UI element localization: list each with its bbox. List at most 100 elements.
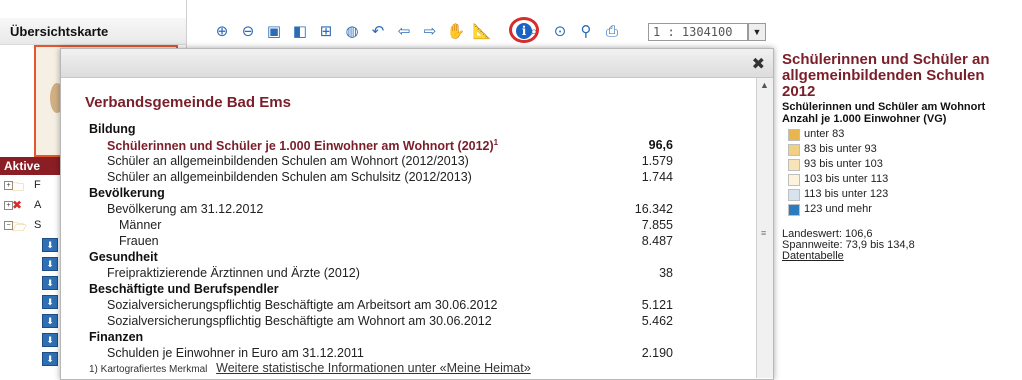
- layer-download-icon[interactable]: ⬇: [42, 295, 58, 309]
- table-row: Schüler an allgemeinbildenden Schulen am…: [61, 154, 741, 170]
- legend-swatch: [788, 174, 800, 186]
- scale-select[interactable]: 1 : 1304100: [648, 23, 748, 41]
- info-popup: ✖ Verbandsgemeinde Bad Ems Bildung Schüle…: [60, 48, 774, 380]
- row-label: Schüler an allgemeinbildenden Schulen am…: [107, 170, 472, 184]
- layer-download-icon[interactable]: ⬇: [42, 314, 58, 328]
- error-x-icon: ✖: [12, 198, 23, 212]
- row-label: Sozialversicherungspflichtig Beschäftigt…: [107, 298, 498, 312]
- legend-swatch: [788, 159, 800, 171]
- row-value: 96,6: [648, 138, 673, 152]
- row-label: Schulden je Einwohner in Euro am 31.12.2…: [107, 346, 364, 360]
- zoom-grid-icon[interactable]: ⊞: [316, 22, 336, 42]
- row-value: 5.462: [641, 314, 673, 328]
- arrow-right-icon[interactable]: ⇨: [420, 22, 440, 42]
- layer-download-icon[interactable]: ⬇: [42, 257, 58, 271]
- popup-footer: 1) Kartografiertes Merkmal Weitere stati…: [89, 361, 531, 375]
- row-label: Bildung: [89, 122, 136, 136]
- layer-download-icon[interactable]: ⬇: [42, 333, 58, 347]
- table-row: Männer 7.855: [61, 218, 741, 234]
- legend-swatch: [788, 189, 800, 201]
- zoom-extent-icon[interactable]: ▣: [264, 22, 284, 42]
- zoom-in-icon[interactable]: ⊕: [212, 22, 232, 42]
- table-row: Schüler an allgemeinbildenden Schulen am…: [61, 170, 741, 186]
- row-value: 2.190: [641, 346, 673, 360]
- data-table-link[interactable]: Datentabelle: [782, 251, 915, 262]
- legend-stats: Landeswert: 106,6 Spannweite: 73,9 bis 1…: [782, 229, 915, 262]
- row-label: Beschäftigte und Berufspendler: [89, 282, 279, 296]
- row-label: Schülerinnen und Schüler je 1.000 Einwoh…: [107, 138, 499, 154]
- scale-value: 1 : 1304100: [653, 25, 733, 39]
- folder-open-icon: 🗁: [12, 220, 27, 234]
- legend-item-label: 123 und mehr: [804, 203, 872, 215]
- measure-icon[interactable]: 📐: [472, 22, 492, 42]
- row-value: 1.744: [641, 170, 673, 184]
- footnote-marker: 1: [493, 138, 499, 147]
- pin-icon[interactable]: ⚲: [576, 22, 596, 42]
- table-row: Freipraktizierende Ärztinnen und Ärzte (…: [61, 266, 741, 282]
- section-header: Gesundheit: [61, 250, 741, 266]
- legend-item-label: 103 bis unter 113: [804, 173, 889, 185]
- row-value: 16.342: [634, 202, 673, 216]
- legend-item-label: unter 83: [804, 128, 845, 140]
- legend-title: Schülerinnen und Schüler an allgemeinbil…: [782, 51, 990, 100]
- table-row: Frauen 8.487: [61, 234, 741, 250]
- close-icon[interactable]: ✖: [752, 54, 765, 74]
- row-value: 7.855: [641, 218, 673, 232]
- popup-body: Verbandsgemeinde Bad Ems Bildung Schüleri…: [61, 78, 754, 378]
- zoom-out-icon[interactable]: ⊖: [238, 22, 258, 42]
- globe-icon[interactable]: ◍: [342, 22, 362, 42]
- tree-item-label: S: [34, 219, 42, 231]
- arrow-left-icon[interactable]: ⇦: [394, 22, 414, 42]
- layer-download-icon[interactable]: ⬇: [42, 276, 58, 290]
- legend-swatch: [788, 129, 800, 141]
- search-region-icon[interactable]: ⊙: [550, 22, 570, 42]
- table-row: Schülerinnen und Schüler je 1.000 Einwoh…: [61, 138, 741, 154]
- row-label: Bevölkerung: [89, 186, 165, 200]
- tree-item[interactable]: − 🗁 S: [4, 218, 64, 234]
- layer-download-icon[interactable]: ⬇: [42, 238, 58, 252]
- table-row: Schulden je Einwohner in Euro am 31.12.2…: [61, 346, 741, 362]
- row-label: Gesundheit: [89, 250, 158, 264]
- scroll-grip-icon[interactable]: ≡: [761, 228, 766, 238]
- row-label: Frauen: [119, 234, 159, 248]
- row-value: 8.487: [641, 234, 673, 248]
- zoom-layer-icon[interactable]: ◧: [290, 22, 310, 42]
- legend-item-label: 93 bis unter 103: [804, 158, 883, 170]
- row-value: 1.579: [641, 154, 673, 168]
- section-header: Beschäftigte und Berufspendler: [61, 282, 741, 298]
- more-info-link[interactable]: Weitere statistische Informationen unter…: [216, 361, 531, 375]
- tree-item[interactable]: + ✖ A: [4, 198, 64, 214]
- footnote: 1) Kartografiertes Merkmal: [89, 364, 208, 375]
- tree-item-label: A: [34, 199, 42, 211]
- row-label: Freipraktizierende Ärztinnen und Ärzte (…: [107, 266, 360, 280]
- overview-title: Übersichtskarte: [10, 24, 109, 39]
- legend-item-label: 83 bis unter 93: [804, 143, 877, 155]
- section-header: Finanzen: [61, 330, 741, 346]
- tree-item[interactable]: + 🗀 F: [4, 178, 64, 194]
- table-row: Sozialversicherungspflichtig Beschäftigt…: [61, 298, 741, 314]
- section-header: Bevölkerung: [61, 186, 741, 202]
- print-icon[interactable]: ⎙: [602, 22, 622, 42]
- info-icon[interactable]: i: [516, 23, 532, 39]
- layer-download-icon[interactable]: ⬇: [42, 352, 58, 366]
- legend-swatch: [788, 204, 800, 216]
- popup-titlebar[interactable]: ✖: [61, 49, 773, 78]
- scroll-up-icon[interactable]: ▲: [760, 80, 769, 90]
- popup-title: Verbandsgemeinde Bad Ems: [85, 94, 291, 111]
- section-header: Bildung: [61, 122, 741, 138]
- undo-icon[interactable]: ↶: [368, 22, 388, 42]
- row-label: Sozialversicherungspflichtig Beschäftigt…: [107, 314, 492, 328]
- chevron-down-icon[interactable]: ▼: [748, 23, 766, 41]
- legend-subtitle: Schülerinnen und Schüler am Wohnort Anza…: [782, 101, 986, 125]
- active-layers-title: Aktive: [4, 159, 41, 173]
- pan-icon[interactable]: ✋: [446, 22, 466, 42]
- legend-item-label: 113 bis unter 123: [804, 188, 889, 200]
- row-value: 5.121: [641, 298, 673, 312]
- folder-icon: 🗀: [12, 180, 25, 194]
- popup-scrollbar[interactable]: ▲ ≡: [756, 78, 773, 378]
- row-label: Männer: [119, 218, 162, 232]
- map-toolbar: ⊕ ⊖ ▣ ◧ ⊞ ◍ ↶ ⇦ ⇨ ✋ 📐 ⌕ ⊙ ⚲ ⎙ i 1 : 1304100 ▼: [212, 17, 782, 44]
- row-label: Bevölkerung am 31.12.2012: [107, 202, 264, 216]
- legend-swatch: [788, 144, 800, 156]
- table-row: Bevölkerung am 31.12.2012 16.342: [61, 202, 741, 218]
